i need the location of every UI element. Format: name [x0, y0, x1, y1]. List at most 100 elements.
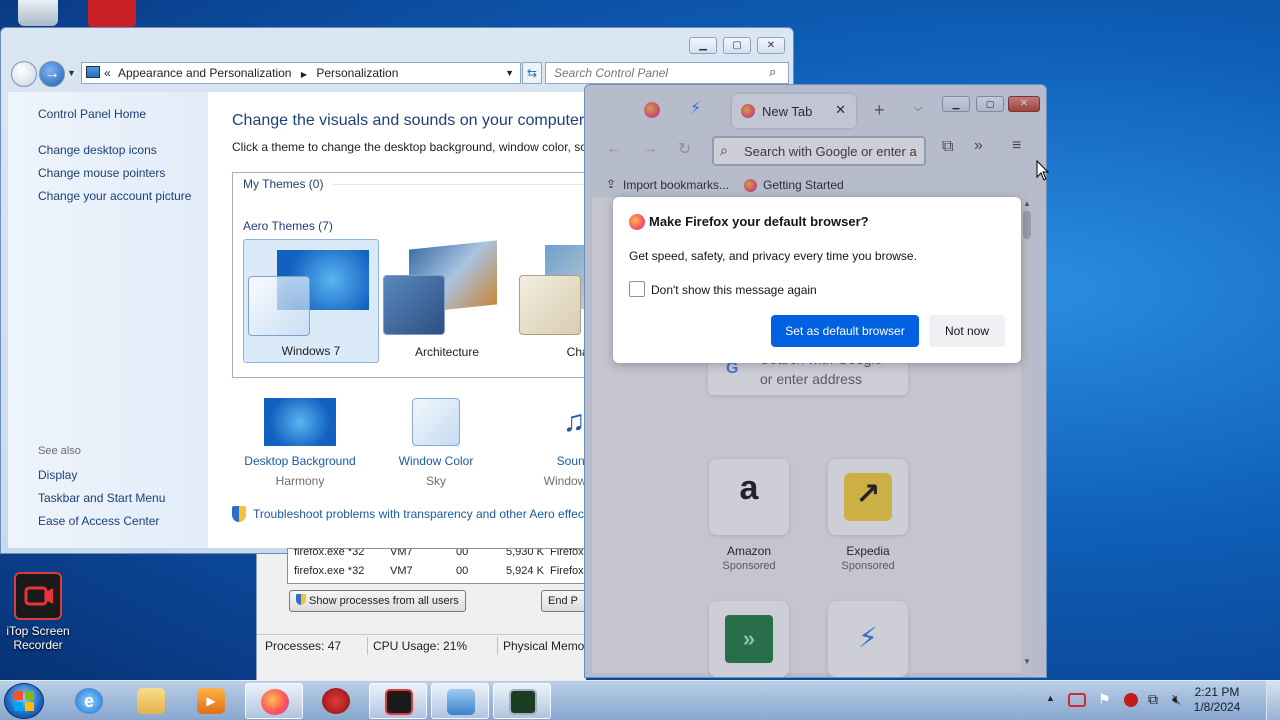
status-divider [367, 637, 368, 655]
dialog-title: Make Firefox your default browser? [649, 214, 869, 229]
media-player-icon: ▶ [197, 688, 225, 714]
back-button[interactable] [11, 61, 37, 87]
mouse-cursor-icon [1036, 160, 1050, 181]
characters-glass [519, 275, 581, 335]
theme-windows7[interactable]: Windows 7 [243, 239, 379, 363]
chevron-down-icon[interactable]: ▼ [67, 68, 76, 78]
firefox-window: ⚡ New Tab ✕ + ⌵ ▁ ▢ ✕ ← → ↻ ⌕ Search wit… [584, 84, 1047, 678]
show-hidden-icons-chevron-icon[interactable]: ▲ [1046, 693, 1055, 703]
firefox-logo-icon [629, 214, 645, 230]
status-divider [497, 637, 498, 655]
address-dropdown-icon[interactable]: ▼ [505, 63, 514, 83]
dont-show-checkbox[interactable] [629, 281, 645, 297]
shield-icon [232, 506, 246, 522]
status-memory: Physical Memo [503, 639, 585, 653]
tray-recorder-icon[interactable] [1068, 693, 1086, 707]
taskbar-ie[interactable]: e [60, 683, 118, 719]
page-subtitle: Click a theme to change the desktop back… [232, 140, 587, 154]
not-now-button[interactable]: Not now [929, 315, 1005, 347]
status-cpu: CPU Usage: 21% [373, 639, 468, 653]
itop-recorder-icon [385, 689, 413, 715]
volume-muted-icon[interactable]: 🔇︎ [1172, 691, 1181, 708]
control-panel-icon [447, 689, 475, 715]
internet-explorer-icon: e [75, 688, 103, 714]
taskbar-control-panel[interactable] [431, 683, 489, 719]
recycle-bin-icon[interactable] [18, 0, 58, 26]
theme-architecture[interactable]: Architecture [379, 239, 515, 363]
forward-button[interactable]: → [39, 61, 65, 87]
windows7-glass [248, 276, 310, 336]
taskbar-start-menu-link[interactable]: Taskbar and Start Menu [38, 491, 165, 505]
taskbar-explorer[interactable] [122, 683, 180, 719]
desktop-icon-label: iTop Screen Recorder [6, 624, 70, 652]
ease-of-access-link[interactable]: Ease of Access Center [38, 514, 159, 528]
desktop-background-value: Harmony [275, 474, 325, 488]
system-clock[interactable]: 2:21 PM 1/8/2024 [1182, 685, 1252, 715]
taskbar: e ▶ ▲ ⚑ ⧉ 🔇︎ 2:21 PM 1/8/2024 [0, 680, 1280, 720]
desktop-background-link[interactable]: Desktop Background [238, 454, 362, 468]
process-row[interactable]: firefox.exe *32 VM7 00 5,924 K Firefox [294, 565, 584, 577]
default-browser-dialog: Make Firefox your default browser? Get s… [613, 197, 1021, 363]
shield-icon [296, 594, 306, 605]
process-list: firefox.exe *32 VM7 00 5,930 K Firefox f… [287, 548, 587, 584]
search-input[interactable]: Search Control Panel [545, 62, 789, 84]
itop-recorder-icon [14, 572, 62, 620]
my-themes-heading: My Themes (0) [243, 177, 324, 191]
taskbar-task-manager[interactable] [493, 683, 551, 719]
set-default-browser-button[interactable]: Set as default browser [771, 315, 919, 347]
breadcrumb-separator: « [104, 66, 111, 80]
taskbar-itop-recorder[interactable] [369, 683, 427, 719]
desktop-icon-itop-recorder[interactable]: iTop Screen Recorder [0, 572, 76, 652]
dont-show-label[interactable]: Don't show this message again [651, 283, 817, 297]
firefox-icon [261, 689, 289, 715]
tray-red-app-icon[interactable] [1124, 693, 1138, 707]
architecture-glass [383, 275, 445, 335]
status-processes: Processes: 47 [265, 639, 342, 653]
change-mouse-pointers-link[interactable]: Change mouse pointers [38, 166, 165, 180]
process-row-partial[interactable]: firefox.exe *32 VM7 00 5,930 K Firefox [294, 549, 584, 558]
show-desktop-button[interactable] [1266, 681, 1280, 720]
window-color-icon [412, 398, 460, 446]
taskbar-app-red[interactable] [307, 683, 365, 719]
change-account-picture-link[interactable]: Change your account picture [38, 189, 191, 203]
display-link[interactable]: Display [38, 468, 77, 482]
red-gear-icon [322, 688, 350, 714]
task-manager-window: firefox.exe *32 VM7 00 5,930 K Firefox f… [256, 548, 601, 680]
window-color-value: Sky [425, 474, 446, 488]
desktop-background-option[interactable]: Desktop Background Harmony [238, 398, 362, 488]
change-desktop-icons-link[interactable]: Change desktop icons [38, 143, 157, 157]
network-icon[interactable]: ⧉ [1148, 691, 1158, 708]
show-all-processes-button[interactable]: Show processes from all users [289, 590, 466, 612]
address-bar[interactable]: « Appearance and Personalization ▶ Perso… [81, 62, 521, 84]
refresh-button[interactable]: ⇆ [522, 62, 542, 84]
desktop-background-icon [264, 398, 336, 446]
maximize-button[interactable]: ▢ [723, 37, 751, 54]
control-panel-home-link[interactable]: Control Panel Home [38, 107, 146, 121]
window-color-option[interactable]: Window Color Sky [384, 398, 488, 488]
left-pane: Control Panel Home Change desktop icons … [8, 92, 208, 548]
dialog-body: Get speed, safety, and privacy every tim… [629, 249, 917, 263]
page-title: Change the visuals and sounds on your co… [232, 112, 585, 129]
itop-shortcut-icon[interactable] [88, 0, 136, 27]
control-panel-icon [86, 66, 100, 78]
taskbar-media-player[interactable]: ▶ [182, 683, 240, 719]
breadcrumb-arrow-icon: ▶ [300, 70, 307, 79]
folder-icon [137, 688, 165, 714]
status-bar: Processes: 47 CPU Usage: 21% Physical Me… [257, 634, 587, 656]
minimize-button[interactable]: ▁ [689, 37, 717, 54]
theme-label: Architecture [414, 345, 480, 359]
modal-overlay [585, 85, 1046, 677]
taskbar-firefox[interactable] [245, 683, 303, 719]
task-manager-icon [509, 689, 537, 715]
close-button[interactable]: ✕ [757, 37, 785, 54]
start-button[interactable] [4, 683, 44, 719]
troubleshoot-link[interactable]: Troubleshoot problems with transparency … [253, 507, 584, 521]
clock-time: 2:21 PM [1194, 685, 1240, 699]
clock-date: 1/8/2024 [1193, 700, 1241, 714]
breadcrumb-personalization[interactable]: Personalization [316, 66, 398, 80]
see-also-heading: See also [38, 445, 81, 457]
search-icon: ⌕ [769, 64, 777, 79]
window-color-link[interactable]: Window Color [384, 454, 488, 468]
action-center-flag-icon[interactable]: ⚑ [1098, 691, 1111, 708]
breadcrumb-appearance[interactable]: Appearance and Personalization [118, 66, 291, 80]
